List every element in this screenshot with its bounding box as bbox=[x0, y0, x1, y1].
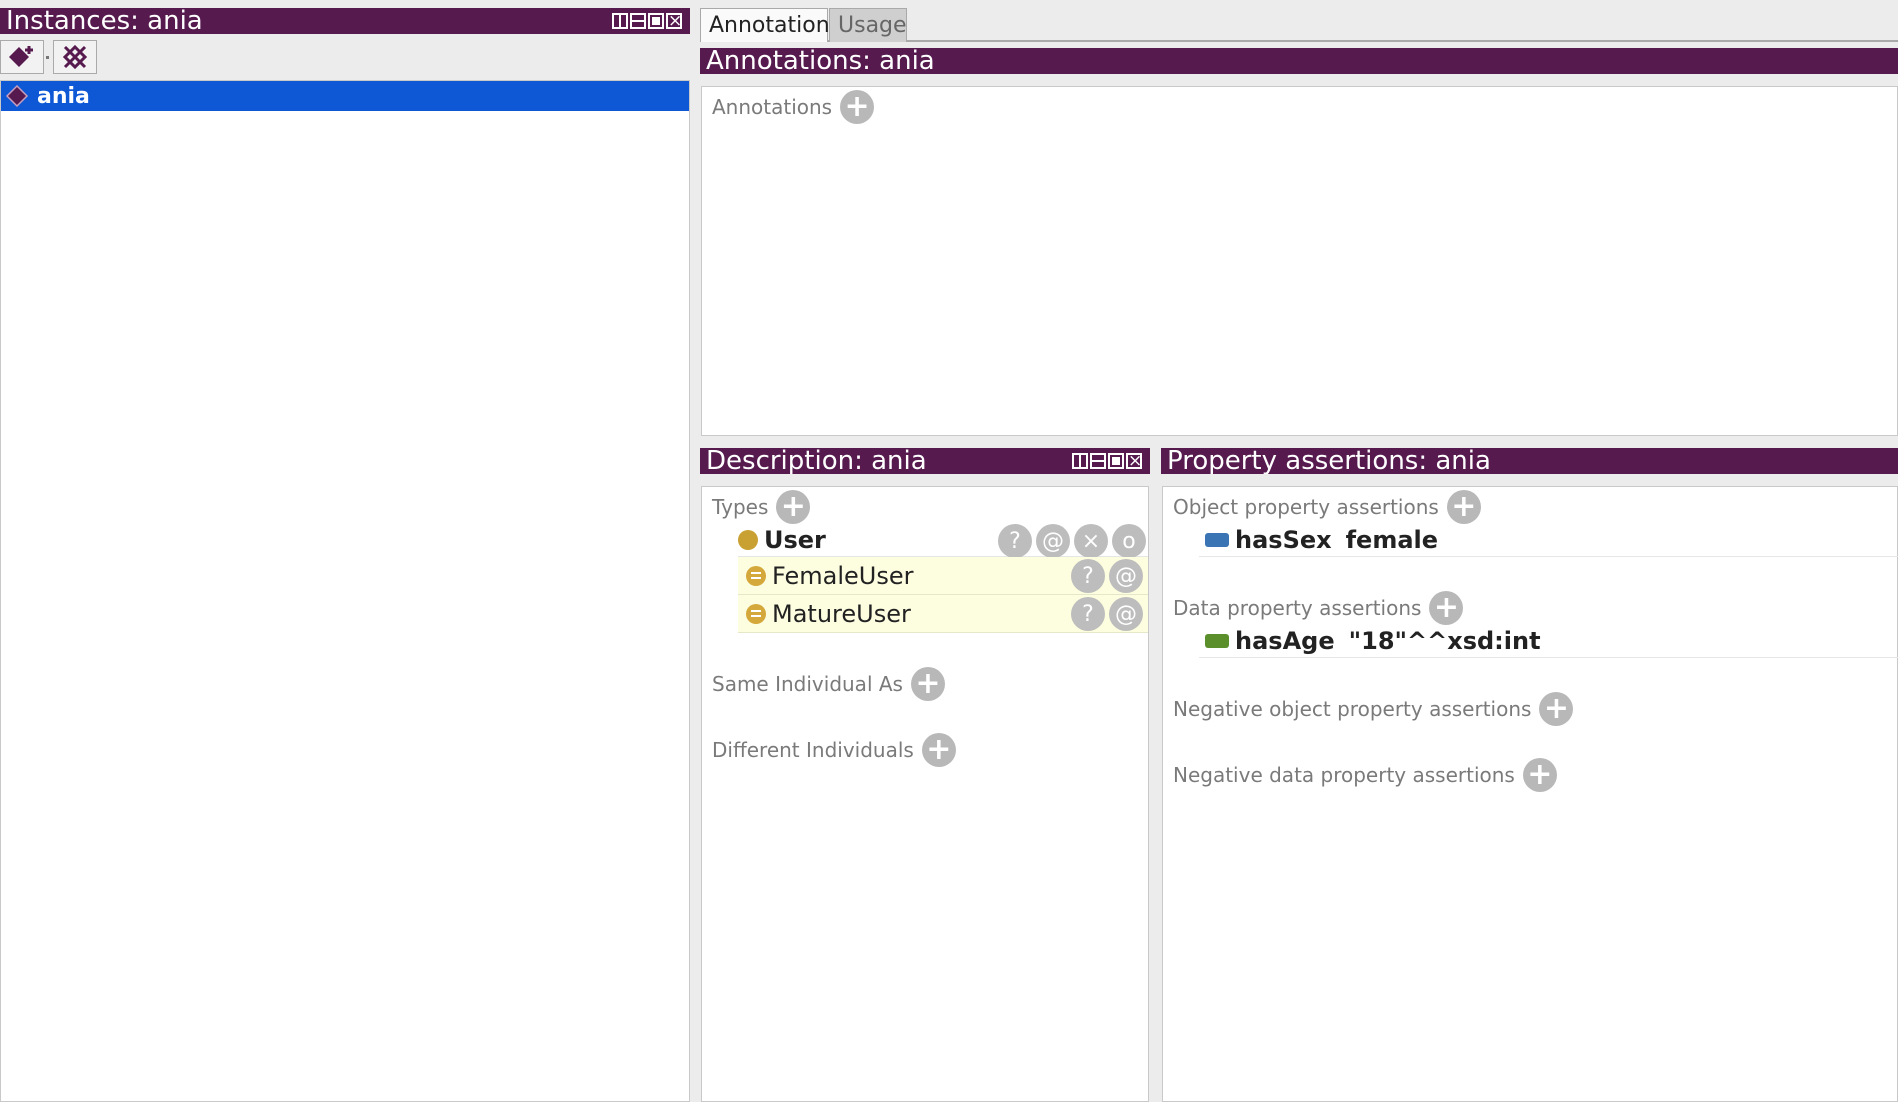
add-negative-data-button[interactable]: + bbox=[1522, 758, 1557, 792]
instances-panel-title: Instances: ania bbox=[6, 8, 203, 34]
types-label: Types bbox=[712, 495, 769, 519]
close-view-icon[interactable] bbox=[1126, 448, 1142, 474]
add-negative-object-button[interactable]: + bbox=[1539, 692, 1574, 726]
annotate-button[interactable]: @ bbox=[1109, 559, 1143, 593]
annotations-panel-title: Annotations: ania bbox=[706, 48, 935, 74]
annotations-section: Annotations + bbox=[712, 90, 875, 124]
data-property-label: Data property assertions bbox=[1173, 596, 1422, 620]
add-individual-icon bbox=[9, 46, 33, 67]
description-panel: Types + User ? @ × o FemaleUser ? @ Matu… bbox=[701, 486, 1149, 1102]
toolbar-separator bbox=[46, 56, 49, 59]
type-label: User bbox=[764, 525, 826, 554]
object-property-section: Object property assertions + bbox=[1173, 490, 1481, 524]
data-property-section: Data property assertions + bbox=[1173, 591, 1464, 625]
instances-list: ania bbox=[0, 80, 690, 1102]
same-individual-label: Same Individual As bbox=[712, 672, 903, 696]
explain-button[interactable]: ? bbox=[1071, 597, 1105, 631]
object-assertion-row[interactable]: hasSex female bbox=[1199, 523, 1898, 557]
same-individual-section: Same Individual As + bbox=[712, 667, 945, 701]
property-value: "18"^^xsd:int bbox=[1348, 626, 1541, 655]
edit-type-button[interactable]: o bbox=[1112, 524, 1146, 558]
split-view-icon[interactable] bbox=[1072, 453, 1088, 469]
add-annotation-button[interactable]: + bbox=[840, 90, 875, 124]
equivalent-class-icon bbox=[746, 603, 766, 624]
delete-individual-button[interactable] bbox=[53, 40, 97, 74]
property-assertions-panel: Object property assertions + hasSex fema… bbox=[1162, 486, 1898, 1102]
add-different-individual-button[interactable]: + bbox=[921, 733, 956, 767]
add-data-property-button[interactable]: + bbox=[1429, 591, 1464, 625]
property-value: female bbox=[1345, 525, 1439, 554]
annotate-button[interactable]: @ bbox=[1036, 524, 1070, 558]
femaleuser-row-buttons: ? @ bbox=[1071, 559, 1143, 593]
different-individuals-section: Different Individuals + bbox=[712, 733, 956, 767]
negative-object-section: Negative object property assertions + bbox=[1173, 692, 1574, 726]
hsplit-view-icon[interactable] bbox=[1090, 453, 1106, 469]
data-property-icon bbox=[1205, 633, 1229, 648]
description-panel-title: Description: ania bbox=[706, 448, 927, 474]
negative-object-label: Negative object property assertions bbox=[1173, 697, 1532, 721]
list-item-selected[interactable]: ania bbox=[1, 81, 689, 111]
annotations-panel-title-bar: Annotations: ania bbox=[700, 48, 1898, 74]
different-individuals-label: Different Individuals bbox=[712, 738, 914, 762]
delete-type-button[interactable]: × bbox=[1074, 524, 1108, 558]
property-name: hasAge bbox=[1235, 626, 1335, 655]
maximize-icon[interactable] bbox=[1108, 453, 1124, 469]
negative-data-section: Negative data property assertions + bbox=[1173, 758, 1557, 792]
equivalent-class-icon bbox=[746, 565, 766, 586]
explain-button[interactable]: ? bbox=[998, 524, 1032, 558]
property-panel-title-bar: Property assertions: ania bbox=[1161, 448, 1898, 474]
split-view-icon[interactable] bbox=[612, 13, 628, 29]
negative-data-label: Negative data property assertions bbox=[1173, 763, 1515, 787]
type-label: FemaleUser bbox=[772, 561, 914, 590]
object-property-icon bbox=[1205, 532, 1229, 547]
close-view-icon[interactable] bbox=[666, 8, 682, 34]
property-panel-title: Property assertions: ania bbox=[1167, 448, 1491, 474]
add-same-individual-button[interactable]: + bbox=[910, 667, 945, 701]
data-assertion-row[interactable]: hasAge "18"^^xsd:int bbox=[1199, 624, 1898, 658]
annotations-panel: Annotations + bbox=[701, 86, 1898, 436]
class-icon bbox=[738, 529, 758, 550]
add-individual-button[interactable] bbox=[0, 40, 44, 74]
object-property-label: Object property assertions bbox=[1173, 495, 1439, 519]
explain-button[interactable]: ? bbox=[1071, 559, 1105, 593]
annotations-label: Annotations bbox=[712, 95, 833, 119]
individual-icon bbox=[5, 84, 29, 108]
add-type-button[interactable]: + bbox=[776, 490, 811, 524]
type-label: MatureUser bbox=[772, 599, 911, 628]
types-section: Types + bbox=[712, 490, 811, 524]
individual-label: ania bbox=[37, 83, 90, 109]
annotate-button[interactable]: @ bbox=[1109, 597, 1143, 631]
instances-panel-title-bar: Instances: ania bbox=[0, 8, 690, 34]
tab-annotations[interactable]: Annotations bbox=[700, 8, 841, 42]
tab-usage[interactable]: Usage bbox=[829, 8, 907, 42]
hsplit-view-icon[interactable] bbox=[630, 13, 646, 29]
maximize-icon[interactable] bbox=[648, 13, 664, 29]
user-row-buttons: ? @ × o bbox=[998, 524, 1146, 558]
delete-individual-icon bbox=[62, 44, 88, 70]
description-panel-title-bar: Description: ania bbox=[700, 448, 1150, 474]
matureuser-row-buttons: ? @ bbox=[1071, 597, 1143, 631]
property-name: hasSex bbox=[1235, 525, 1332, 554]
add-object-property-button[interactable]: + bbox=[1446, 490, 1481, 524]
